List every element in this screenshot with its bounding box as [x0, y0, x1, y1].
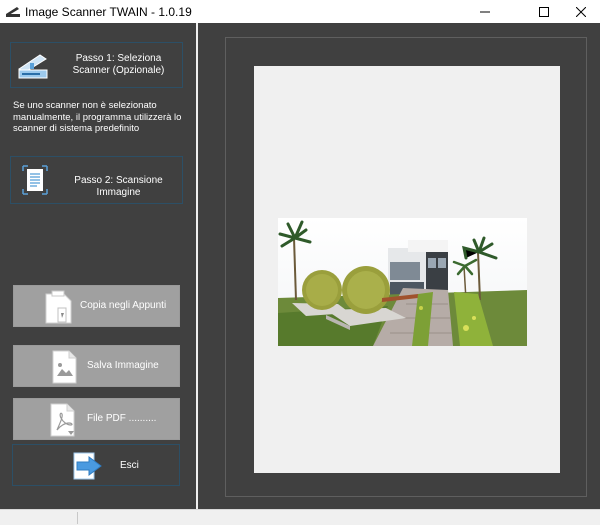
pdf-file-label: File PDF .......... [87, 413, 157, 424]
exit-label: Esci [120, 460, 139, 471]
status-segment [0, 512, 78, 524]
scanner-icon [18, 54, 48, 79]
minimize-icon [480, 11, 490, 12]
scanned-image [278, 218, 527, 346]
preview-area [198, 23, 600, 509]
app-window: Image Scanner TWAIN - 1.0.19 Passo 1: Se… [0, 0, 600, 525]
title-bar: Image Scanner TWAIN - 1.0.19 [0, 0, 600, 23]
copy-to-clipboard-label: Copia negli Appunti [80, 300, 167, 311]
minimize-button[interactable] [462, 0, 508, 23]
close-button[interactable] [558, 0, 600, 23]
save-image-label: Salva Immagine [87, 360, 159, 371]
select-scanner-label: Passo 1: Seleziona Scanner (Opzionale) [72, 53, 165, 76]
exit-button[interactable]: Esci [12, 444, 180, 486]
scanner-info-text: Se uno scanner non è selezionato manualm… [13, 100, 182, 134]
scanner-icon [6, 7, 20, 17]
copy-to-clipboard-button[interactable]: Copia negli Appunti [13, 285, 180, 327]
pdf-file-button[interactable]: File PDF .......... [13, 398, 180, 440]
arrow-right-icon [73, 452, 102, 480]
maximize-icon [539, 6, 549, 17]
close-icon [576, 6, 586, 17]
status-bar [0, 509, 600, 525]
pdf-file-icon [50, 403, 75, 437]
save-image-button[interactable]: Salva Immagine [13, 345, 180, 387]
window-title: Image Scanner TWAIN - 1.0.19 [25, 5, 192, 19]
scan-image-label: Passo 2: Scansione Immagine [74, 175, 163, 198]
document-scan-icon [22, 165, 48, 195]
select-scanner-button[interactable]: Passo 1: Seleziona Scanner (Opzionale) [10, 42, 183, 88]
clipboard-icon [45, 290, 72, 324]
image-file-icon [52, 350, 77, 384]
scan-image-button[interactable]: Passo 2: Scansione Immagine [10, 156, 183, 204]
control-panel: Passo 1: Seleziona Scanner (Opzionale) S… [0, 23, 196, 509]
